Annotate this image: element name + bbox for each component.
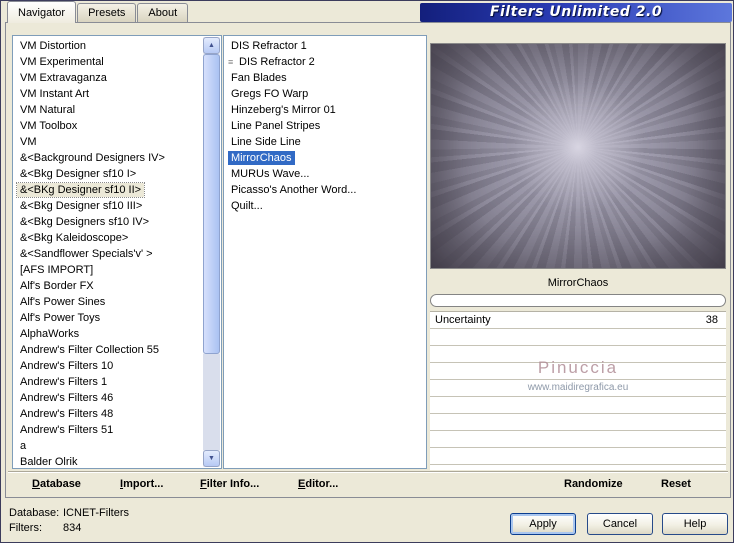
category-item[interactable]: &<Bkg Kaleidoscope> xyxy=(14,230,203,246)
param-value: 38 xyxy=(705,314,718,326)
filter-item[interactable]: Line Side Line xyxy=(225,134,424,150)
uncertainty-slider[interactable] xyxy=(430,294,726,307)
randomize-button[interactable]: Randomize xyxy=(564,478,623,490)
category-item[interactable]: Andrew's Filters 48 xyxy=(14,406,203,422)
editor-button[interactable]: Editor... xyxy=(298,478,338,490)
category-item[interactable]: Andrew's Filter Collection 55 xyxy=(14,342,203,358)
scroll-down-icon[interactable]: ▼ xyxy=(203,450,220,467)
tab-strip: Navigator Presets About xyxy=(7,1,189,23)
empty-row xyxy=(430,380,726,397)
category-item[interactable]: Alf's Power Toys xyxy=(14,310,203,326)
filter-item[interactable]: Quilt... xyxy=(225,198,424,214)
database-button[interactable]: Database xyxy=(32,478,81,490)
list-marker-icon: ≡ xyxy=(228,57,234,67)
category-item[interactable]: Andrew's Filters 51 xyxy=(14,422,203,438)
filters-count-label: Filters: xyxy=(9,522,42,534)
empty-row xyxy=(430,363,726,380)
param-name: Uncertainty xyxy=(435,314,491,326)
category-item[interactable]: VM Distortion xyxy=(14,38,203,54)
empty-row xyxy=(430,397,726,414)
filters-count-value: 834 xyxy=(63,522,82,534)
category-item[interactable]: Balder Olrik xyxy=(14,454,203,468)
empty-row xyxy=(430,431,726,448)
empty-row xyxy=(430,414,726,431)
category-item[interactable]: AlphaWorks xyxy=(14,326,203,342)
category-item[interactable]: &<BKg Designer sf10 II> xyxy=(14,182,203,198)
category-item[interactable]: VM Natural xyxy=(14,102,203,118)
filter-info-button[interactable]: Filter Info... xyxy=(200,478,259,490)
empty-row xyxy=(430,346,726,363)
filter-item[interactable]: ≡ DIS Refractor 2 xyxy=(225,54,424,70)
filter-item[interactable]: MURUs Wave... xyxy=(225,166,424,182)
preview-column: MirrorChaos Uncertainty 38 Pinuccia www.… xyxy=(430,23,726,497)
category-item[interactable]: Andrew's Filters 10 xyxy=(14,358,203,374)
filter-item[interactable]: Line Panel Stripes xyxy=(225,118,424,134)
category-item[interactable]: VM xyxy=(14,134,203,150)
filters-unlimited-dialog: Navigator Presets About Filters Unlimited … xyxy=(0,0,734,543)
database-status-label: Database: xyxy=(9,507,60,519)
param-row[interactable]: Uncertainty 38 xyxy=(430,312,726,329)
selected-filter-name: MirrorChaos xyxy=(430,275,726,292)
category-item[interactable]: Alf's Border FX xyxy=(14,278,203,294)
category-item[interactable]: VM Toolbox xyxy=(14,118,203,134)
title-banner: Filters Unlimited 2.0 xyxy=(420,3,732,22)
category-item[interactable]: &<Bkg Designer sf10 I> xyxy=(14,166,203,182)
filter-item[interactable]: Hinzeberg's Mirror 01 xyxy=(225,102,424,118)
category-item[interactable]: VM Experimental xyxy=(14,54,203,70)
import-button[interactable]: Import... xyxy=(120,478,163,490)
category-item[interactable]: Andrew's Filters 1 xyxy=(14,374,203,390)
parameter-table: Uncertainty 38 Pinuccia www.maidiregrafi… xyxy=(430,311,726,470)
filter-item[interactable]: Picasso's Another Word... xyxy=(225,182,424,198)
category-list: VM Distortion VM Experimental VM Extravaga… xyxy=(12,35,222,469)
tab[interactable]: Navigator xyxy=(7,1,77,23)
preview-image xyxy=(430,43,726,269)
category-item[interactable]: &<Bkg Designers sf10 IV> xyxy=(14,214,203,230)
scrollbar-track[interactable] xyxy=(203,354,220,450)
category-item[interactable]: &<Sandflower Specials'v' > xyxy=(14,246,203,262)
filter-list: DIS Refractor 1 ≡ DIS Refractor 2 Fan Blade… xyxy=(223,35,427,469)
toolbar-separator xyxy=(8,471,728,473)
help-button[interactable]: Help xyxy=(662,513,728,535)
empty-row xyxy=(430,448,726,465)
apply-button[interactable]: Apply xyxy=(510,513,576,535)
filter-item[interactable]: DIS Refractor 1 xyxy=(225,38,424,54)
scroll-up-icon[interactable]: ▲ xyxy=(203,37,220,54)
category-item[interactable]: VM Extravaganza xyxy=(14,70,203,86)
category-item[interactable]: VM Instant Art xyxy=(14,86,203,102)
category-scrollbar[interactable]: ▲ ▼ xyxy=(203,37,220,467)
category-item[interactable]: a xyxy=(14,438,203,454)
cancel-button[interactable]: Cancel xyxy=(587,513,653,535)
tab[interactable]: About xyxy=(137,3,189,22)
filter-item[interactable]: MirrorChaos xyxy=(225,150,424,166)
category-item[interactable]: &<Bkg Designer sf10 III> xyxy=(14,198,203,214)
category-item[interactable]: [AFS IMPORT] xyxy=(14,262,203,278)
category-item[interactable]: Andrew's Filters 46 xyxy=(14,390,203,406)
reset-button[interactable]: Reset xyxy=(661,478,691,490)
filter-item[interactable]: Fan Blades xyxy=(225,70,424,86)
navigator-panel: VM Distortion VM Experimental VM Extravaga… xyxy=(5,22,731,498)
category-item[interactable]: &<Background Designers IV> xyxy=(14,150,203,166)
category-item[interactable]: Alf's Power Sines xyxy=(14,294,203,310)
scrollbar-thumb[interactable] xyxy=(203,54,220,354)
database-status-value: ICNET-Filters xyxy=(63,507,129,519)
tab[interactable]: Presets xyxy=(77,3,137,22)
filter-item[interactable]: Gregs FO Warp xyxy=(225,86,424,102)
empty-row xyxy=(430,329,726,346)
